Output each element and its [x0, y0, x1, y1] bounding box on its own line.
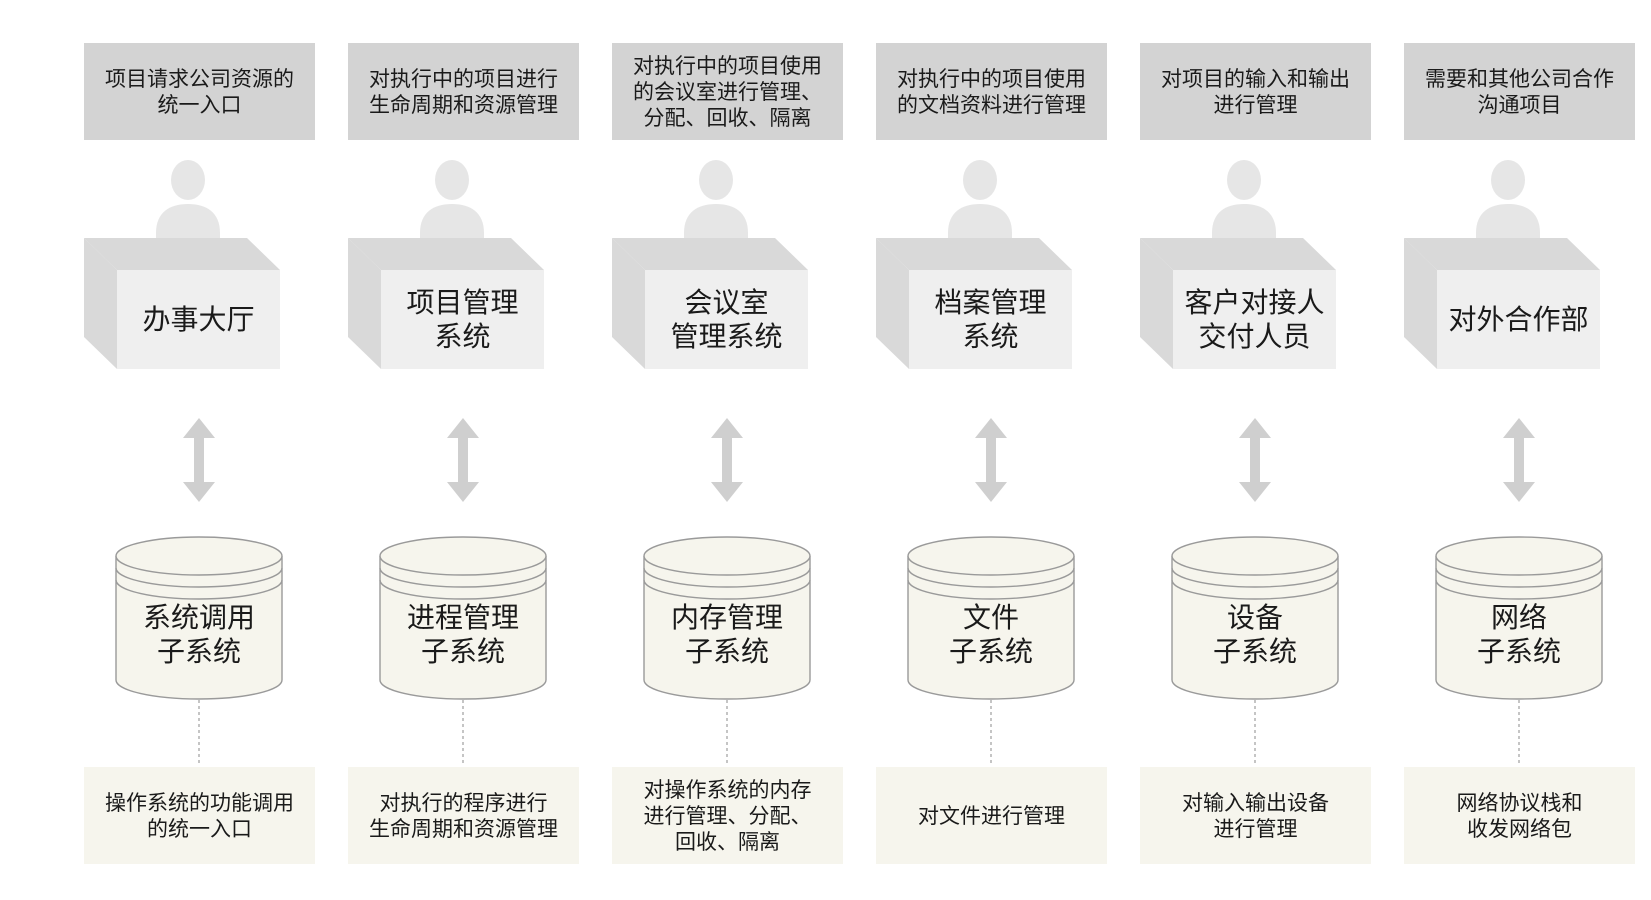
- column: 对项目的输入和输出 进行管理客户对接人 交付人员 设备 子系统对输入输出设备 进行…: [1140, 0, 1371, 900]
- double-arrow-icon: [1503, 418, 1535, 502]
- column: 对执行中的项目使用 的文档资料进行管理档案管理 系统 文件 子系统对文件进行管理: [876, 0, 1107, 900]
- top-description-box: 需要和其他公司合作 沟通项目: [1404, 43, 1635, 140]
- column: 对执行中的项目使用 的会议室进行管理、 分配、回收、隔离会议室 管理系统 内存管理…: [612, 0, 843, 900]
- bottom-description-text: 对操作系统的内存 进行管理、分配、 回收、隔离: [643, 777, 812, 854]
- desk-label: 项目管理 系统: [406, 285, 519, 353]
- subsystem-label: 设备 子系统: [1212, 601, 1297, 668]
- subsystem-label: 进程管理 子系统: [406, 601, 519, 668]
- subsystem-label: 系统调用 子系统: [142, 601, 255, 668]
- desk-label: 会议室 管理系统: [670, 285, 783, 353]
- bottom-description-text: 对执行的程序进行 生命周期和资源管理: [369, 790, 558, 841]
- bottom-description-text: 网络协议栈和 收发网络包: [1456, 790, 1583, 841]
- top-description-text: 项目请求公司资源的 统一入口: [105, 66, 294, 117]
- top-description-text: 对执行中的项目使用 的文档资料进行管理: [897, 66, 1086, 117]
- double-arrow-icon: [711, 418, 743, 502]
- top-description-box: 项目请求公司资源的 统一入口: [84, 43, 315, 140]
- subsystem-label: 文件 子系统: [948, 601, 1033, 668]
- top-description-box: 对执行中的项目使用 的文档资料进行管理: [876, 43, 1107, 140]
- bottom-description-text: 对输入输出设备 进行管理: [1182, 790, 1329, 841]
- column: 项目请求公司资源的 统一入口办事大厅系统调用 子系统操作系统的功能调用 的统一入…: [84, 0, 315, 900]
- column: 对执行中的项目进行 生命周期和资源管理项目管理 系统 进程管理 子系统对执行的程序…: [348, 0, 579, 900]
- subsystem-label: 网络 子系统: [1476, 601, 1561, 668]
- top-description-text: 对执行中的项目进行 生命周期和资源管理: [369, 66, 558, 117]
- subsystem-label: 内存管理 子系统: [670, 601, 783, 668]
- bottom-description-box: 操作系统的功能调用 的统一入口: [84, 767, 315, 864]
- bottom-description-box: 对执行的程序进行 生命周期和资源管理: [348, 767, 579, 864]
- desk-label: 客户对接人 交付人员: [1184, 285, 1325, 353]
- desk-label: 办事大厅: [142, 302, 255, 336]
- top-description-text: 对项目的输入和输出 进行管理: [1161, 66, 1350, 117]
- bottom-description-box: 对操作系统的内存 进行管理、分配、 回收、隔离: [612, 767, 843, 864]
- top-description-box: 对执行中的项目进行 生命周期和资源管理: [348, 43, 579, 140]
- double-arrow-icon: [1239, 418, 1271, 502]
- bottom-description-text: 对文件进行管理: [918, 803, 1065, 828]
- bottom-description-box: 对输入输出设备 进行管理: [1140, 767, 1371, 864]
- bottom-description-box: 网络协议栈和 收发网络包: [1404, 767, 1635, 864]
- top-description-text: 对执行中的项目使用 的会议室进行管理、 分配、回收、隔离: [633, 53, 822, 130]
- double-arrow-icon: [183, 418, 215, 502]
- bottom-description-box: 对文件进行管理: [876, 767, 1107, 864]
- top-description-box: 对项目的输入和输出 进行管理: [1140, 43, 1371, 140]
- double-arrow-icon: [447, 418, 479, 502]
- column: 需要和其他公司合作 沟通项目对外合作部网络 子系统网络协议栈和 收发网络包: [1404, 0, 1635, 900]
- desk-label: 对外合作部: [1448, 302, 1589, 336]
- top-description-box: 对执行中的项目使用 的会议室进行管理、 分配、回收、隔离: [612, 43, 843, 140]
- top-description-text: 需要和其他公司合作 沟通项目: [1425, 66, 1614, 117]
- desk-label: 档案管理 系统: [934, 285, 1047, 353]
- os-analogy-diagram: 项目请求公司资源的 统一入口办事大厅系统调用 子系统操作系统的功能调用 的统一入…: [0, 0, 1651, 900]
- bottom-description-text: 操作系统的功能调用 的统一入口: [105, 790, 294, 841]
- double-arrow-icon: [975, 418, 1007, 502]
